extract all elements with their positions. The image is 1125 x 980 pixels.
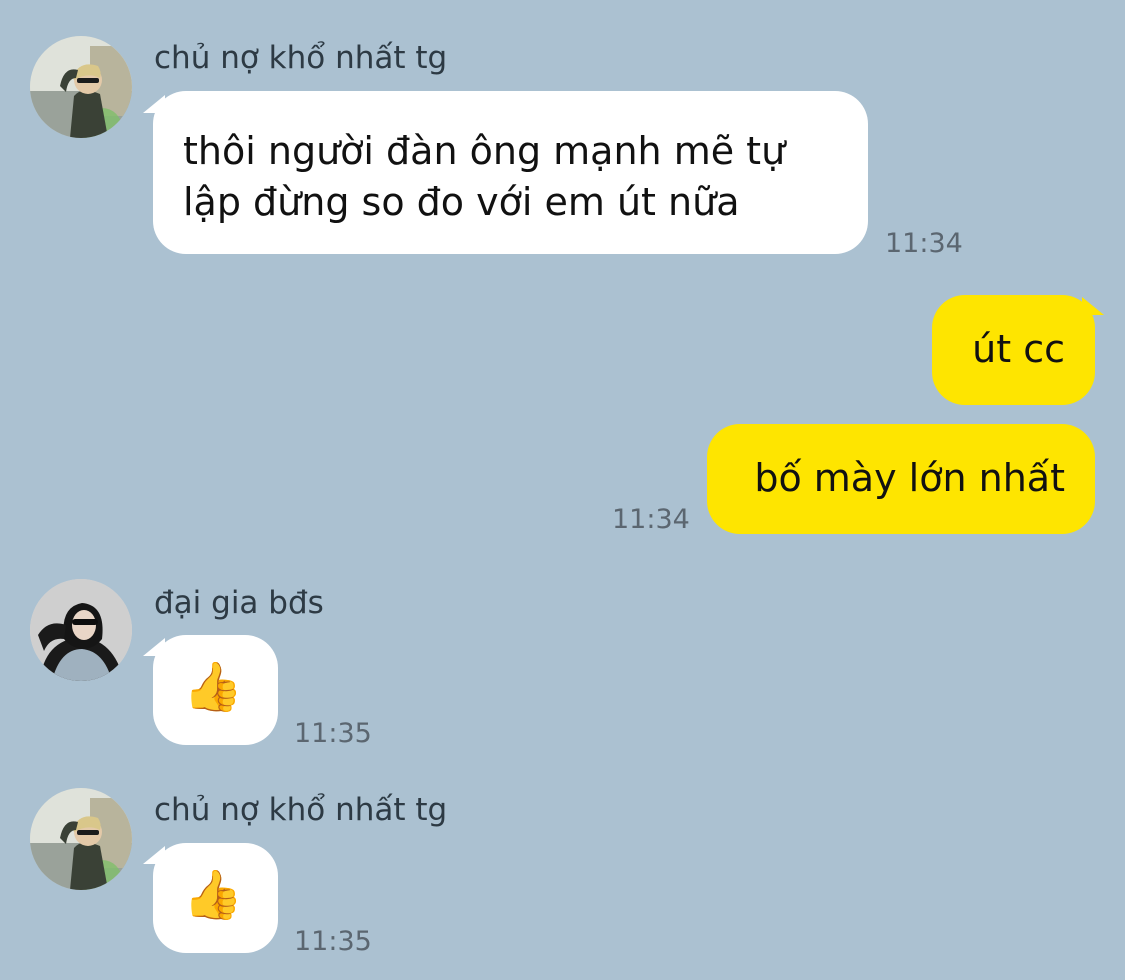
message-bubble[interactable]: út cc (932, 295, 1095, 405)
message-timestamp: 11:34 (885, 228, 963, 259)
message-text: bố mày lớn nhất (754, 456, 1065, 500)
bubble-tail (1082, 297, 1104, 315)
profile-photo-icon (30, 788, 132, 890)
message-timestamp: 11:35 (294, 926, 372, 957)
thumbs-up-icon: 👍 (183, 867, 243, 923)
chat-room: chủ nợ khổ nhất tg thôi người đàn ông mạ… (0, 0, 1125, 980)
thumbs-up-icon: 👍 (183, 659, 243, 715)
message-bubble[interactable]: bố mày lớn nhất (707, 424, 1095, 534)
profile-photo-icon (30, 36, 132, 138)
message-bubble[interactable]: 👍 (153, 635, 278, 745)
message-bubble[interactable]: 👍 (153, 843, 278, 953)
message-text-line: lập đừng so đo với em út nữa (183, 180, 740, 224)
avatar[interactable] (30, 788, 132, 890)
sender-name: chủ nợ khổ nhất tg (154, 40, 448, 76)
profile-photo-icon (30, 579, 132, 681)
avatar[interactable] (30, 36, 132, 138)
sender-name: chủ nợ khổ nhất tg (154, 792, 448, 828)
avatar[interactable] (30, 579, 132, 681)
sender-name: đại gia bđs (154, 585, 324, 621)
message-text-line: thôi người đàn ông mạnh mẽ tự (183, 129, 786, 173)
message-timestamp: 11:34 (612, 504, 690, 535)
message-text: út cc (972, 327, 1065, 371)
message-bubble[interactable]: thôi người đàn ông mạnh mẽ tự lập đừng s… (153, 91, 868, 254)
message-timestamp: 11:35 (294, 718, 372, 749)
